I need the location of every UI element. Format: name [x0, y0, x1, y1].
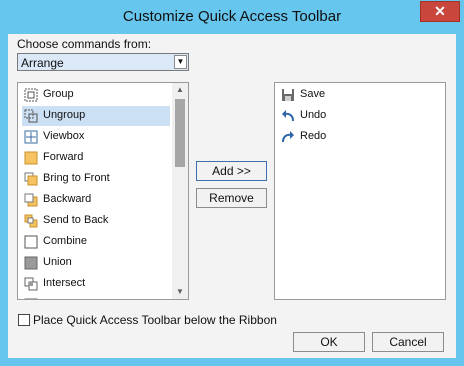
combine-icon: [24, 235, 38, 249]
redo-icon: [282, 131, 294, 143]
list-item[interactable]: Viewbox: [22, 127, 170, 147]
chevron-down-icon[interactable]: ▼: [174, 55, 187, 69]
list-item[interactable]: Union: [22, 253, 170, 273]
ok-button-label: OK: [320, 335, 338, 349]
remove-button[interactable]: Remove: [196, 188, 267, 208]
list-item[interactable]: Redo: [279, 127, 439, 147]
dropdown-value: Arrange: [21, 56, 64, 70]
list-item[interactable]: Combine: [22, 232, 170, 252]
union-icon: [24, 256, 38, 270]
toolbar-commands-list[interactable]: Save Undo Redo: [274, 82, 446, 300]
list-item[interactable]: Ungroup: [22, 106, 170, 126]
add-button-label: Add >>: [212, 164, 251, 178]
dialog-window: Customize Quick Access Toolbar ✕ Choose …: [0, 0, 464, 366]
ok-button[interactable]: OK: [293, 332, 365, 352]
list-item[interactable]: Forward: [22, 148, 170, 168]
scroll-up-icon[interactable]: ▲: [172, 83, 188, 97]
list-item-label: Redo: [300, 130, 327, 142]
list-item[interactable]: Group: [22, 85, 170, 105]
list-item-label: Forward: [43, 151, 84, 163]
send-to-back-icon: [24, 214, 38, 228]
list-item[interactable]: Send to Back: [22, 211, 170, 231]
list-item-partial: [22, 295, 170, 299]
group-icon: [24, 88, 38, 102]
list-item[interactable]: Undo: [279, 106, 439, 126]
undo-icon: [282, 110, 294, 122]
save-icon: [282, 89, 294, 101]
close-button[interactable]: ✕: [420, 1, 460, 22]
list-item-label: Send to Back: [43, 214, 109, 226]
bring-to-front-icon: [24, 172, 38, 186]
below-ribbon-checkbox[interactable]: [18, 314, 30, 326]
list-scrollbar[interactable]: ▲ ▼: [172, 83, 188, 299]
list-item-label: Union: [43, 256, 72, 268]
close-icon: ✕: [434, 3, 446, 19]
list-item[interactable]: Bring to Front: [22, 169, 170, 189]
dialog-title: Customize Quick Access Toolbar: [122, 8, 342, 25]
cancel-button-label: Cancel: [389, 335, 427, 349]
list-item-label: Combine: [43, 235, 88, 247]
list-item-label: Bring to Front: [43, 172, 110, 184]
below-ribbon-label[interactable]: Place Quick Access Toolbar below the Rib…: [33, 313, 277, 327]
dialog-body: Choose commands from: Arrange ▼ Group Un…: [8, 34, 456, 358]
list-item[interactable]: Backward: [22, 190, 170, 210]
add-button[interactable]: Add >>: [196, 161, 267, 181]
list-item-label: Group: [43, 88, 74, 100]
list-item[interactable]: Save: [279, 85, 439, 105]
remove-button-label: Remove: [209, 191, 254, 205]
scroll-thumb[interactable]: [175, 99, 185, 167]
choose-commands-label: Choose commands from:: [17, 37, 152, 51]
list-item-label: Intersect: [43, 277, 86, 289]
list-item-label: Backward: [43, 193, 92, 205]
title-bar[interactable]: Customize Quick Access Toolbar ✕: [0, 0, 464, 34]
forward-icon: [24, 151, 38, 165]
ungroup-icon: [24, 109, 38, 123]
list-item-label: Undo: [300, 109, 327, 121]
list-item[interactable]: Intersect: [22, 274, 170, 294]
scroll-down-icon[interactable]: ▼: [172, 285, 188, 299]
list-item-label: Save: [300, 88, 326, 100]
viewbox-icon: [24, 130, 38, 144]
partial-icon: [24, 298, 38, 299]
backward-icon: [24, 193, 38, 207]
intersect-icon: [24, 277, 38, 291]
list-item-label: Ungroup: [43, 109, 86, 121]
commands-dropdown[interactable]: Arrange ▼: [17, 53, 189, 71]
list-item-label: Viewbox: [43, 130, 85, 142]
cancel-button[interactable]: Cancel: [372, 332, 444, 352]
available-commands-list[interactable]: Group Ungroup Viewbox Forward Bring to F…: [17, 82, 189, 300]
